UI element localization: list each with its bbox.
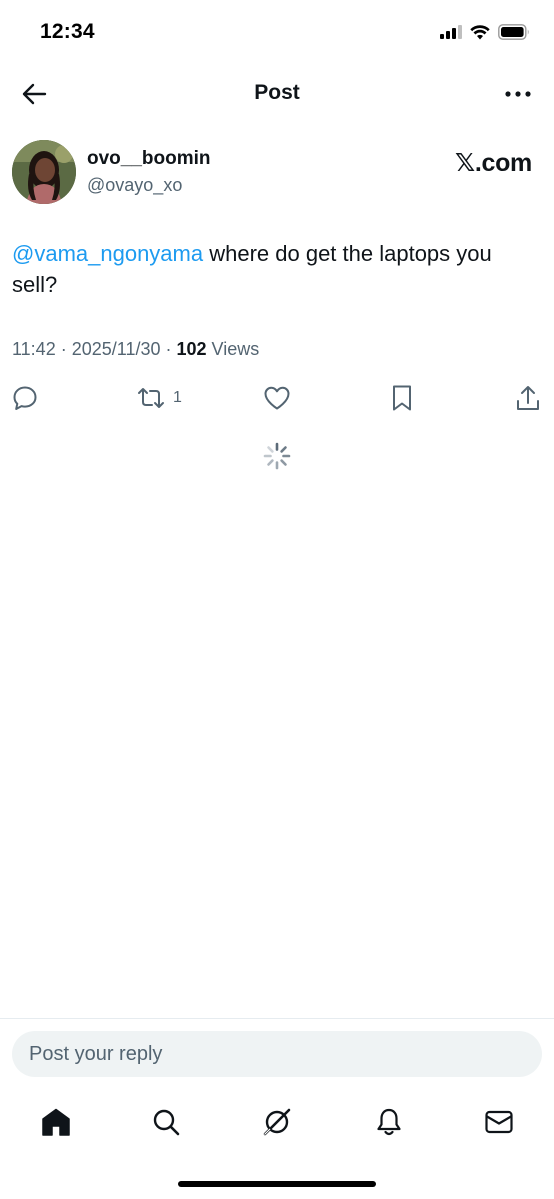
author-handle[interactable]: @ovayo_xo [87,175,182,196]
home-icon [42,1108,70,1136]
wifi-icon [470,24,490,39]
reply-input[interactable] [12,1031,542,1077]
status-icons [440,24,530,40]
post-author: ovo__boomin @ovayo_xo 𝕏.com [12,140,542,206]
grok-icon [263,1108,291,1136]
reply-button[interactable] [12,380,38,416]
post-meta: 11:42 · 2025/11/30 · 102 Views [12,339,259,360]
search-icon [153,1109,180,1136]
post-date: 2025/11/30 [71,339,161,359]
mail-icon [485,1110,513,1134]
like-button[interactable] [263,380,291,416]
reply-icon [13,386,37,410]
page-title: Post [254,81,300,104]
bell-icon [377,1108,401,1136]
tab-notifications[interactable] [369,1102,409,1142]
share-button[interactable] [515,380,541,416]
tab-grok[interactable] [257,1102,297,1142]
repost-count: 1 [173,389,182,406]
nav-bar: Post [0,66,554,122]
reply-composer [0,1018,554,1098]
avatar-image [12,140,76,204]
more-options-button[interactable] [498,78,538,110]
post-time: 11:42 [12,339,56,359]
repost-icon [138,388,164,408]
post-actions: 1 [0,380,554,416]
tab-messages[interactable] [479,1102,519,1142]
share-icon [517,386,539,410]
views-label: Views [211,339,260,359]
author-display-name[interactable]: ovo__boomin [87,148,211,170]
x-com-watermark: 𝕏.com [455,149,532,177]
bookmark-icon [393,385,411,411]
more-horizontal-icon [505,91,531,97]
tab-home[interactable] [36,1102,76,1142]
meta-separator: · [160,339,177,359]
bookmark-button[interactable] [391,380,413,416]
loading-spinner-icon [263,442,291,470]
avatar[interactable] [12,140,76,204]
tab-search[interactable] [146,1102,186,1142]
bottom-tab-bar [0,1094,554,1150]
status-time: 12:34 [40,20,95,43]
status-bar: 12:34 [0,0,554,66]
repost-button[interactable]: 1 [137,380,182,416]
home-indicator[interactable] [178,1181,376,1187]
battery-icon [498,24,529,40]
cellular-signal-icon [440,25,462,39]
post-text: @vama_ngonyama where do get the laptops … [12,238,542,300]
heart-icon [264,386,290,410]
meta-separator: · [55,339,72,359]
mention-link[interactable]: @vama_ngonyama [12,241,203,266]
views-count[interactable]: 102 [176,339,206,359]
